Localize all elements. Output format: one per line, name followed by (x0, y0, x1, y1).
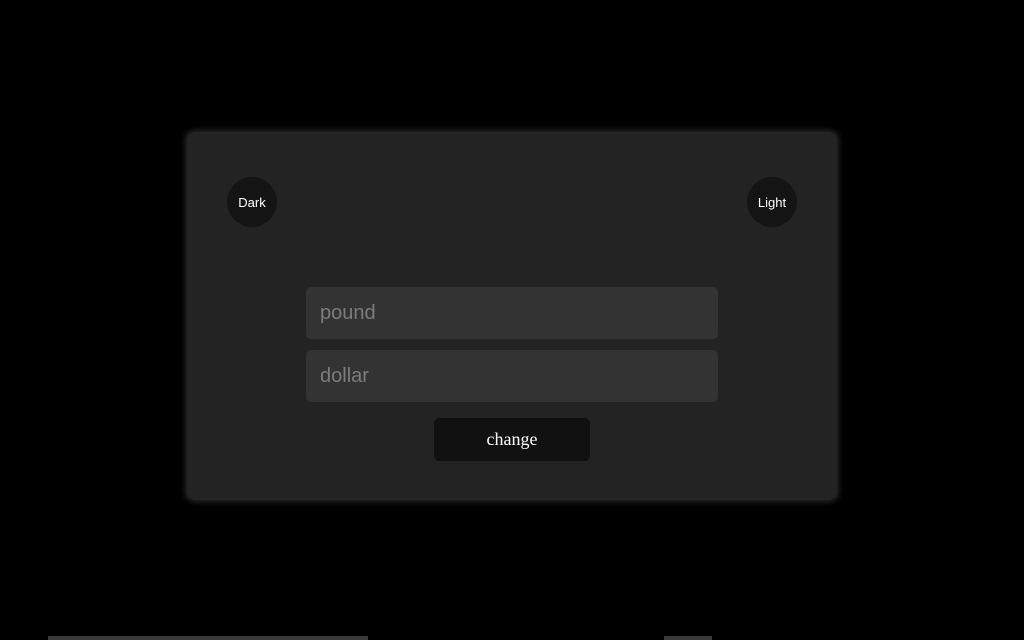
converter-card: Dark Light change (187, 132, 837, 500)
pound-input[interactable] (306, 287, 718, 339)
dollar-input[interactable] (306, 350, 718, 402)
scrollbar-segment[interactable] (664, 636, 712, 640)
dark-theme-button[interactable]: Dark (227, 177, 277, 227)
horizontal-scrollbar-thumb[interactable] (48, 636, 368, 640)
change-button[interactable]: change (434, 418, 590, 461)
light-theme-button[interactable]: Light (747, 177, 797, 227)
